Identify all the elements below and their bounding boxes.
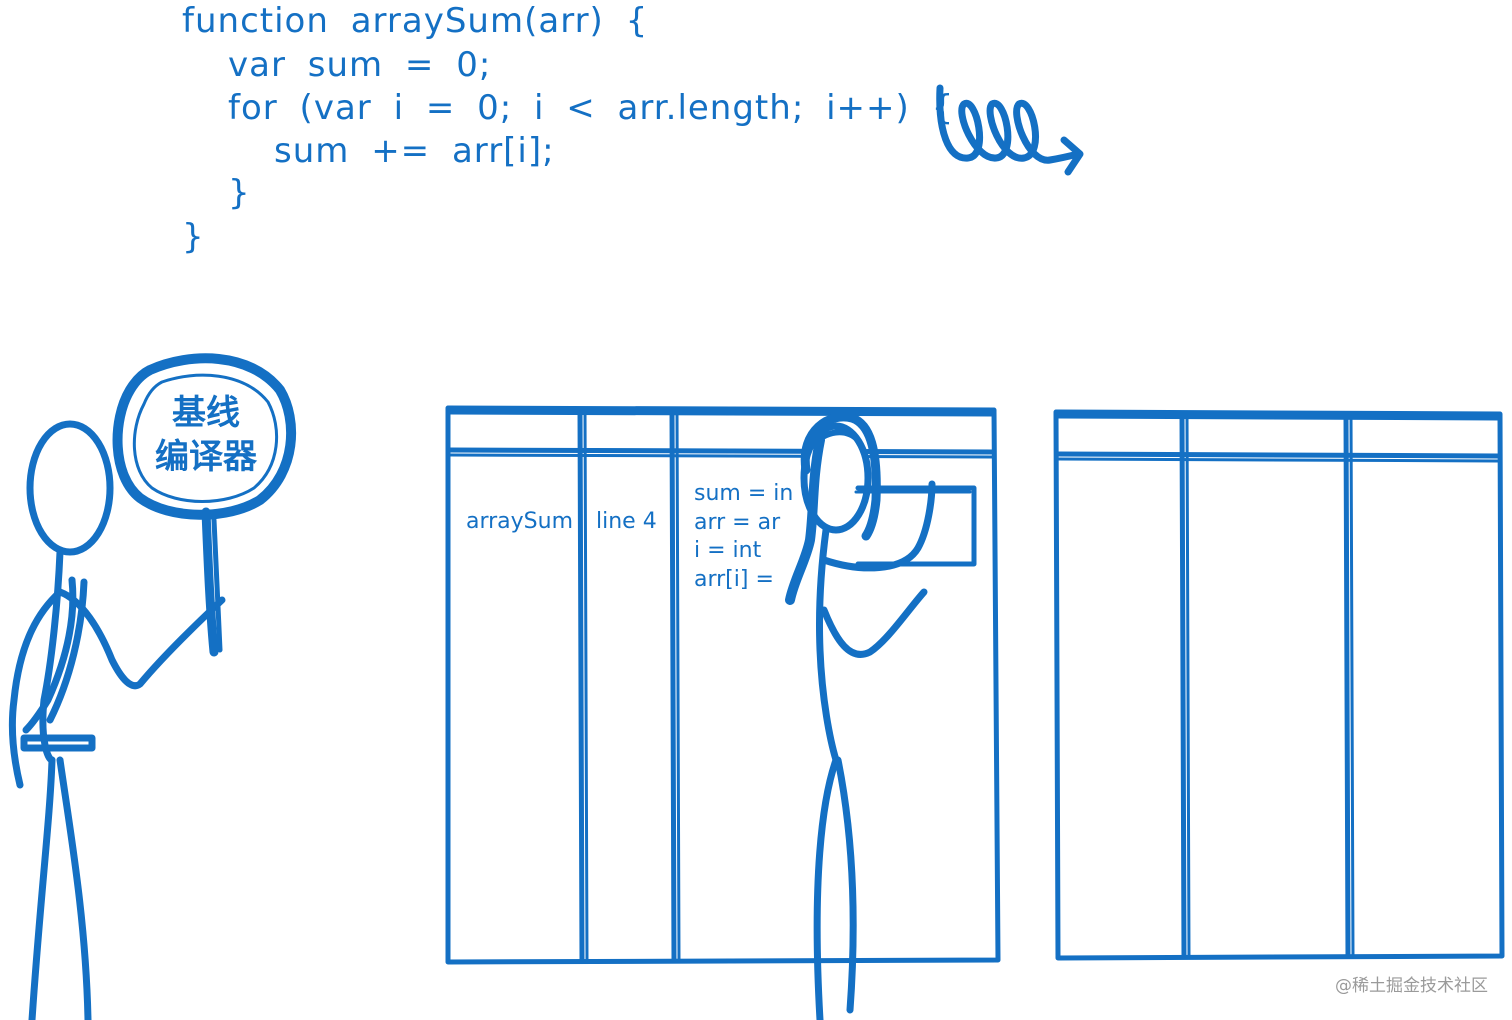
hand-drawn-scene: 基线 编译器 arraySum line 4 sum = in arr = ar… bbox=[8, 84, 1505, 1020]
table-cell-variable: i = int bbox=[694, 538, 762, 563]
loop-arrow-icon bbox=[936, 84, 1084, 176]
table-cell-function-name: arraySum bbox=[466, 509, 573, 534]
table-cell-variable: arr = ar bbox=[694, 510, 781, 535]
stick-figure-center bbox=[785, 412, 977, 1020]
sign-text-line1: 基线 bbox=[172, 393, 240, 433]
table-cell-variable: sum = in bbox=[694, 481, 793, 506]
table-cell-variable: arr[i] = bbox=[694, 567, 774, 592]
sign-text-line2: 编译器 bbox=[155, 437, 258, 477]
table-cell-line-label: line 4 bbox=[596, 509, 657, 534]
stack-table-right bbox=[1053, 409, 1505, 961]
watermark-text: @稀土掘金技术社区 bbox=[1335, 976, 1488, 996]
